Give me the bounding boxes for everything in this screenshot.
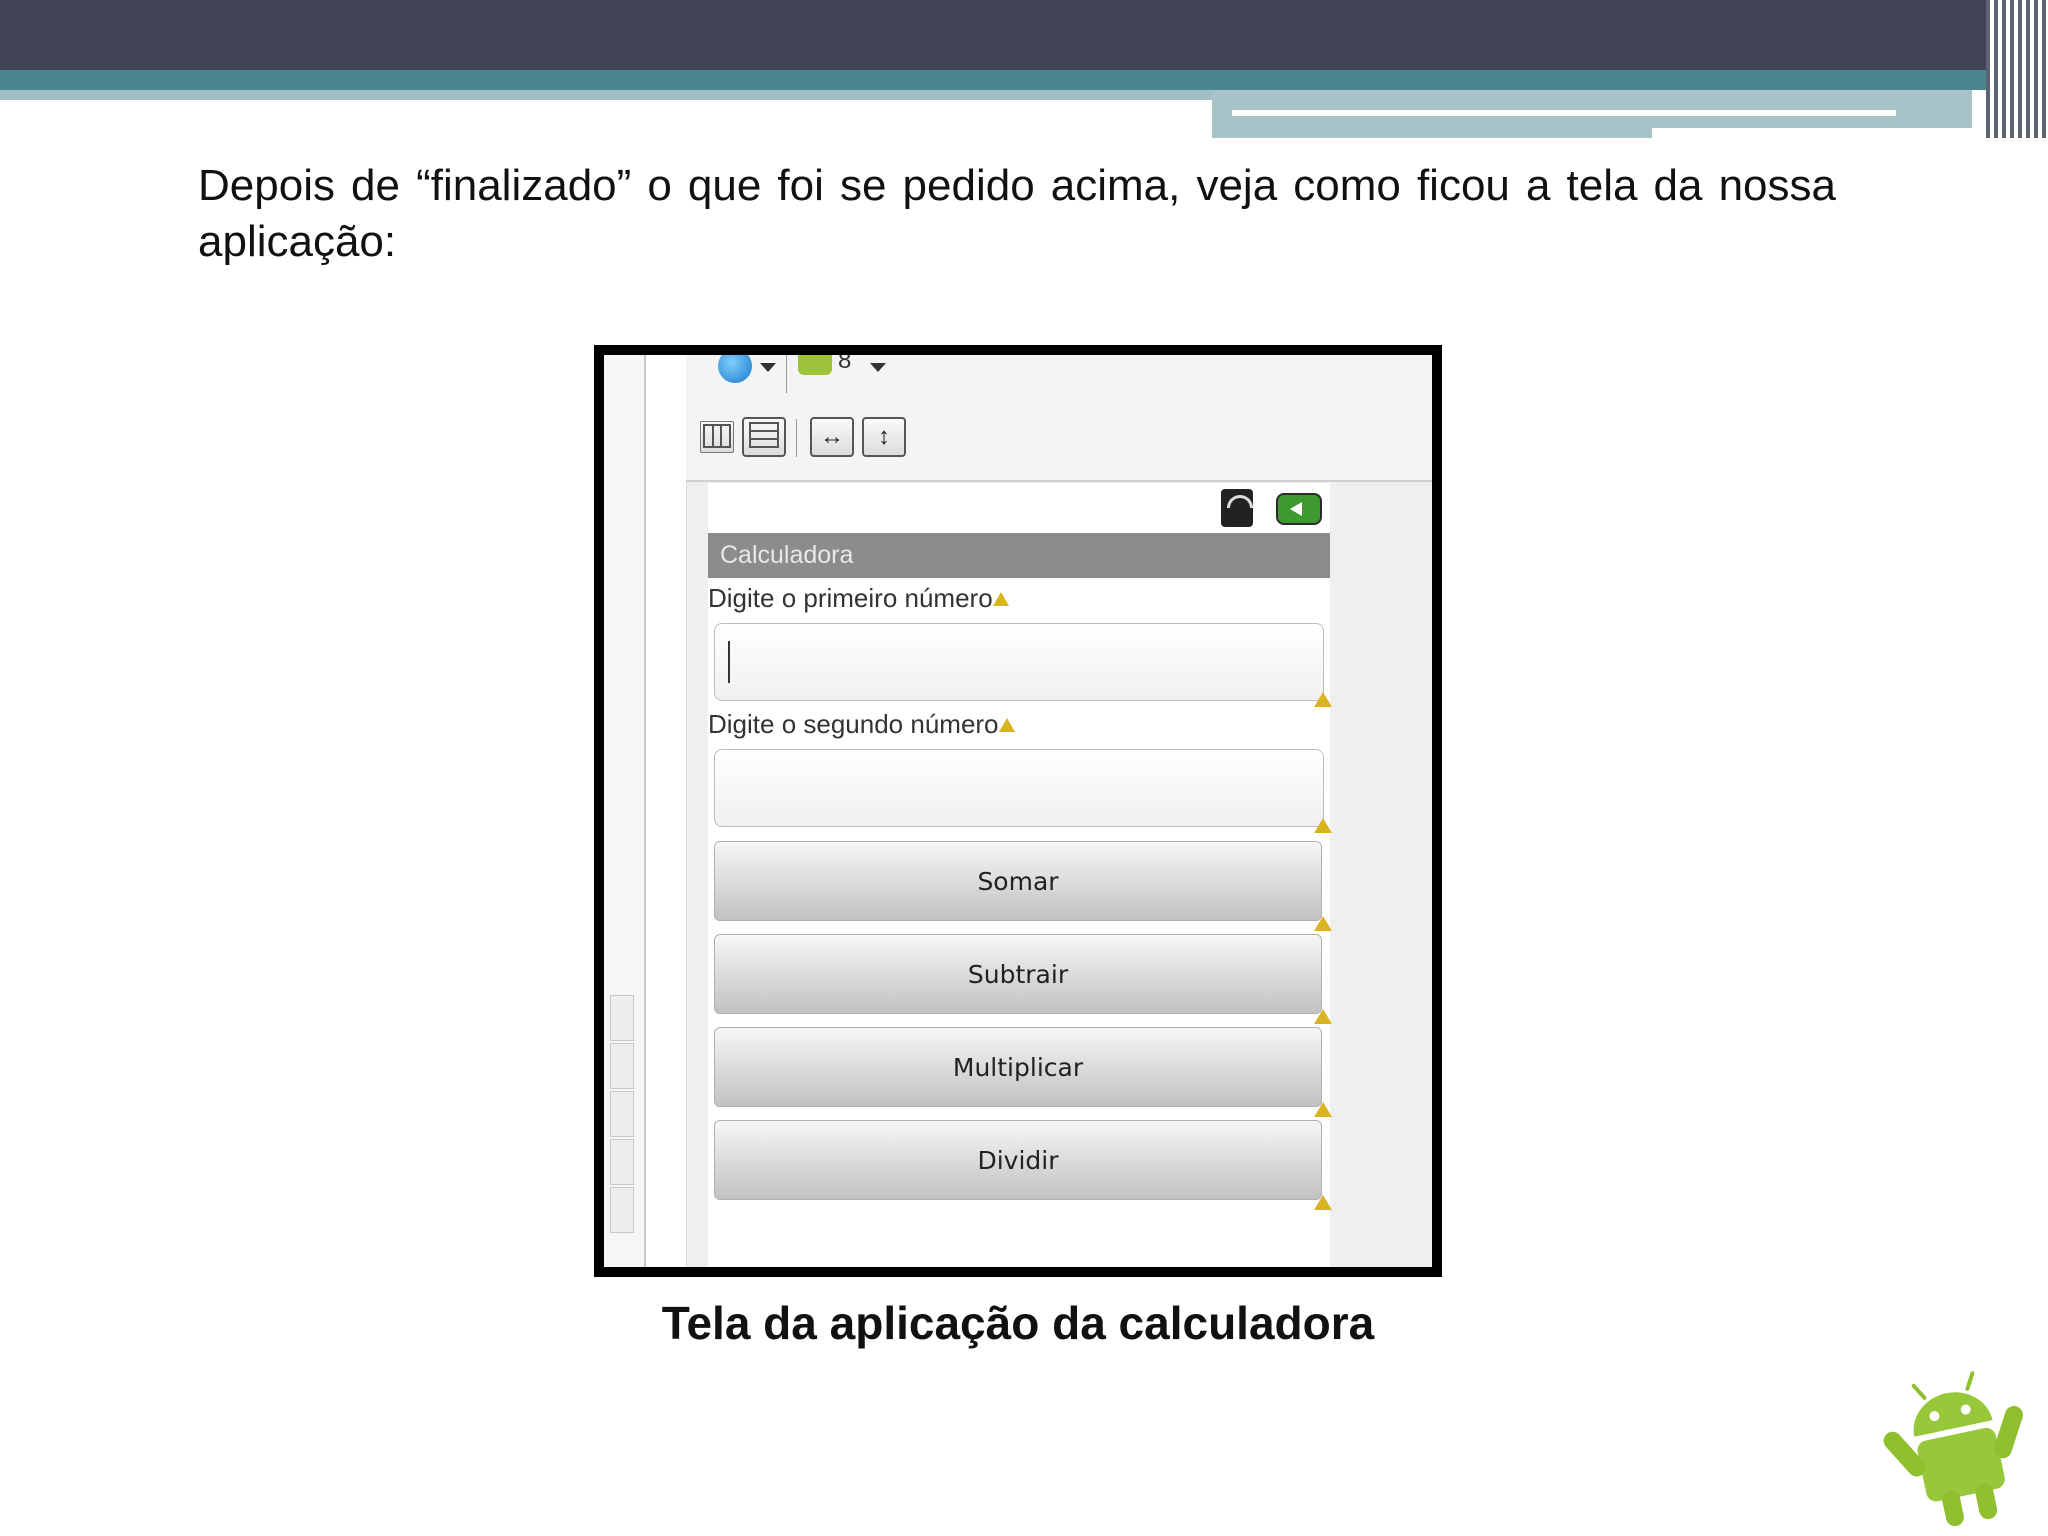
- warning-icon: [1314, 692, 1332, 707]
- fill-height-icon[interactable]: ↕: [862, 417, 906, 457]
- strip-cell: [610, 995, 634, 1041]
- toolbar-separator: [786, 355, 787, 393]
- screenshot-figure: 8 ↔ ↕ Calculadora Digite o primeiro núme…: [594, 345, 1442, 1277]
- fill-width-icon[interactable]: ↔: [810, 417, 854, 457]
- wifi-icon: [1221, 489, 1253, 527]
- warning-icon: [1314, 818, 1332, 833]
- warning-icon: [1314, 1195, 1332, 1210]
- first-number-label: Digite o primeiro número: [708, 583, 1009, 614]
- chevron-down-icon[interactable]: [760, 363, 776, 372]
- slide-header-underline: [0, 90, 1212, 100]
- battery-icon: [1276, 493, 1322, 525]
- first-number-wrapper: [708, 623, 1332, 707]
- second-number-label-text: Digite o segundo número: [708, 709, 999, 739]
- editor-gutter: [646, 355, 687, 1267]
- slide-header-stripes: [1986, 0, 2048, 138]
- split-horizontal-icon[interactable]: [742, 417, 786, 457]
- status-bar: [708, 483, 1330, 533]
- slide-header-accent: [0, 70, 2048, 90]
- second-number-label: Digite o segundo número: [708, 709, 1015, 740]
- layout-editor-toolbar: 8 ↔ ↕: [686, 355, 1432, 482]
- divide-button[interactable]: Dividir: [714, 1120, 1322, 1200]
- warning-icon: [1314, 1102, 1332, 1117]
- phone-screen: Calculadora Digite o primeiro número Dig…: [708, 483, 1332, 1267]
- sum-button[interactable]: Somar: [714, 841, 1322, 921]
- strip-cell: [610, 1091, 634, 1137]
- slide-header-bar: [0, 0, 2048, 70]
- sum-wrapper: Somar: [708, 841, 1332, 931]
- strip-cell: [610, 1043, 634, 1089]
- intro-paragraph: Depois de “finalizado” o que foi se pedi…: [198, 161, 1836, 266]
- second-number-wrapper: [708, 749, 1332, 833]
- android-mascot-icon: [1883, 1371, 2023, 1527]
- second-number-input[interactable]: [714, 749, 1324, 827]
- first-number-input[interactable]: [714, 623, 1324, 701]
- multiply-button[interactable]: Multiplicar: [714, 1027, 1322, 1107]
- warning-icon: [1314, 916, 1332, 931]
- subtract-button[interactable]: Subtrair: [714, 934, 1322, 1014]
- globe-icon[interactable]: [718, 355, 752, 383]
- figure-caption: Tela da aplicação da calculadora: [661, 1297, 1375, 1349]
- app-title-bar: Calculadora: [708, 533, 1330, 578]
- chevron-down-icon[interactable]: [870, 363, 886, 372]
- split-vertical-icon[interactable]: [700, 421, 734, 453]
- warning-icon: [998, 718, 1015, 732]
- editor-left-strip: [604, 355, 646, 1267]
- strip-cell: [610, 1139, 634, 1185]
- text-cursor: [728, 641, 730, 683]
- subtract-wrapper: Subtrair: [708, 934, 1332, 1024]
- strip-cell: [610, 1187, 634, 1233]
- first-number-label-text: Digite o primeiro número: [708, 583, 993, 613]
- toolbar-separator: [796, 419, 797, 457]
- multiply-wrapper: Multiplicar: [708, 1027, 1332, 1117]
- divide-wrapper: Dividir: [708, 1120, 1332, 1210]
- warning-icon: [1314, 1009, 1332, 1024]
- android-icon: [798, 355, 832, 375]
- api-level: 8: [838, 347, 852, 374]
- warning-icon: [992, 592, 1009, 606]
- slide-header-divider-2: [1652, 128, 1972, 138]
- slide-header-divider: [1232, 110, 1896, 116]
